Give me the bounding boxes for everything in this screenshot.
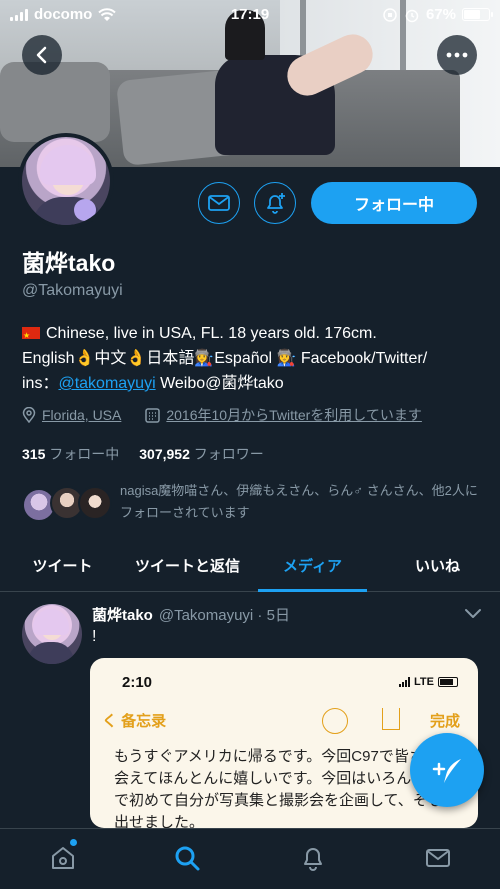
followers-count: 307,952: [139, 446, 190, 462]
bio-line-2: English👌中文👌日本語👩‍🏭Español 👩‍🏭 Facebook/Tw…: [22, 350, 428, 367]
profile-tabs: ツイート ツイートと返信 メディア いいね: [0, 540, 500, 592]
following-button[interactable]: フォロー中: [311, 182, 477, 224]
bio-line-3-prefix: ins：: [22, 375, 59, 392]
more-horizontal-icon: [446, 52, 468, 58]
followed-by-text[interactable]: nagisa魔物喵さん、伊織もえさん、らん♂ さんさん、他2人にフォローされてい…: [120, 480, 480, 524]
tweet-menu-button[interactable]: [464, 606, 482, 624]
profile-avatar[interactable]: [18, 133, 114, 229]
message-button[interactable]: [198, 182, 240, 224]
bio-line-1: Chinese, live in USA, FL. 18 years old. …: [46, 325, 377, 342]
tweet-handle-time: @Takomayuyi · 5日: [158, 607, 290, 624]
media-status-right: LTE: [399, 676, 458, 688]
battery-percent: 67%: [425, 6, 456, 23]
bell-plus-icon: [267, 193, 285, 214]
alarm-icon: [405, 9, 419, 22]
home-icon: [52, 847, 74, 869]
notify-button[interactable]: [254, 182, 296, 224]
tweet-author-name[interactable]: 菌烨tako: [92, 604, 153, 625]
back-button[interactable]: [22, 35, 62, 75]
profile-handle: @Takomayuyi: [22, 282, 123, 299]
following-label: フォロー中: [49, 446, 120, 462]
followers-label: フォロワー: [193, 446, 264, 462]
media-signal-icon: [399, 677, 411, 687]
media-share-icon: [382, 708, 400, 730]
location-link[interactable]: Florida, USA: [42, 407, 121, 423]
nav-messages[interactable]: [423, 843, 453, 873]
orientation-lock-icon: [383, 7, 397, 22]
following-count-link[interactable]: 315 フォロー中: [22, 444, 119, 464]
following-count: 315: [22, 446, 46, 462]
tab-likes[interactable]: いいね: [375, 540, 500, 591]
calendar-icon: [145, 407, 161, 423]
messages-icon: [426, 849, 450, 867]
bottom-nav: [0, 828, 500, 889]
tab-tweets[interactable]: ツイート: [0, 540, 125, 591]
more-button[interactable]: [437, 35, 477, 75]
follower-avatar: [78, 486, 112, 520]
tab-tweets-and-replies[interactable]: ツイートと返信: [125, 540, 250, 591]
bio-line-3-suffix: Weibo@菌烨tako: [155, 375, 284, 392]
tweet-header: 菌烨tako @Takomayuyi · 5日: [92, 604, 290, 625]
tweet-avatar[interactable]: [22, 604, 82, 664]
profile-bio: Chinese, live in USA, FL. 18 years old. …: [22, 321, 482, 396]
display-name: 菌烨tako: [22, 250, 116, 276]
compose-tweet-button[interactable]: [410, 733, 484, 807]
media-back-label: く 备忘录: [102, 713, 167, 730]
mail-icon: [208, 195, 230, 211]
battery-icon: [462, 8, 493, 21]
media-network: LTE: [414, 676, 434, 688]
bio-instagram-link[interactable]: @takomayuyi: [58, 375, 155, 392]
media-done-label: 完成: [429, 713, 460, 730]
status-bar: docomo 17:19 67%: [0, 0, 500, 30]
china-flag-icon: [22, 323, 40, 348]
chevron-down-icon: [465, 609, 481, 618]
followers-count-link[interactable]: 307,952 フォロワー: [139, 444, 264, 464]
profile-meta: Florida, USA 2016年10月からTwitterを利用しています: [22, 405, 422, 425]
tab-media[interactable]: メディア: [250, 540, 375, 592]
nav-notifications[interactable]: [298, 843, 328, 873]
banner-cushion: [0, 62, 110, 142]
nav-home[interactable]: [48, 843, 78, 873]
new-content-dot: [70, 839, 77, 846]
chevron-left-icon: [36, 46, 47, 64]
follow-counts: 315 フォロー中 307,952 フォロワー: [22, 444, 264, 464]
search-icon: [175, 846, 200, 871]
location-icon: [22, 407, 36, 423]
media-add-person-icon: [322, 708, 348, 734]
media-battery-icon: [438, 677, 458, 687]
banner-person: [215, 10, 380, 160]
tweet-text: !: [92, 628, 97, 645]
compose-feather-icon: [432, 759, 461, 783]
media-status-time: 2:10: [122, 674, 153, 691]
nav-search[interactable]: [172, 843, 202, 873]
joined-date: 2016年10月からTwitterを利用しています: [166, 407, 422, 423]
notifications-icon: [304, 848, 322, 871]
